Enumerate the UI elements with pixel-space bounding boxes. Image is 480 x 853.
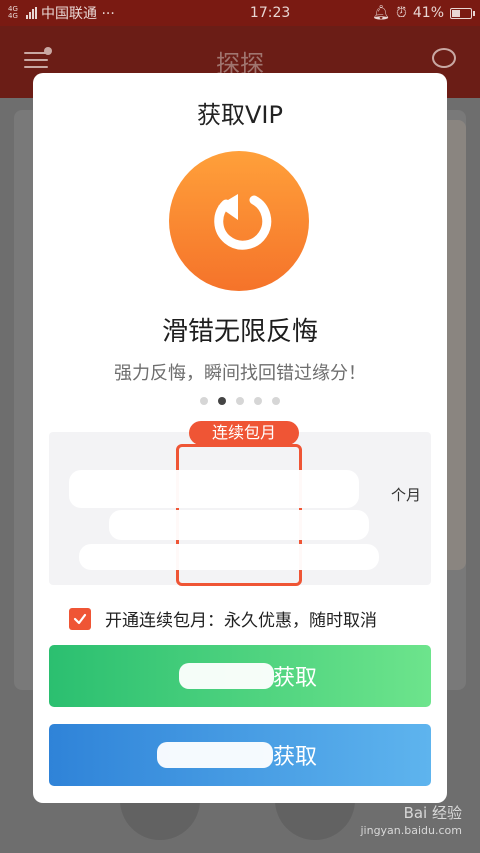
carousel-indicator [33, 397, 447, 405]
carousel-dot [236, 397, 244, 405]
secondary-button-label: 获取 [272, 745, 317, 770]
vip-dialog: 获取VIP 滑错无限反悔 强力反悔，瞬间找回错过缘分！ 连续包月 个月 开通连续… [33, 73, 447, 803]
silent-icon: 🔔︎ [372, 5, 390, 21]
carrier-name: 中国联通 ··· [41, 6, 115, 22]
check-icon [73, 613, 87, 624]
carousel-dot [254, 397, 262, 405]
primary-button-label: 获取 [272, 666, 317, 691]
redacted-area [69, 470, 359, 508]
clock: 17:23 [249, 5, 291, 21]
battery-fill [452, 9, 461, 17]
carousel-dot [272, 397, 280, 405]
auto-renew-checkbox[interactable] [69, 607, 91, 630]
redacted-area [79, 544, 379, 570]
status-bar: 4G 4G 中国联通 ··· 17:23 🔔︎ ⏰︎ 41% [0, 0, 480, 26]
battery-percent: 41% [412, 5, 444, 21]
carousel-dot [218, 397, 226, 405]
carousel-dot [200, 397, 208, 405]
plan-badge: 连续包月 [189, 421, 299, 445]
undo-icon [169, 151, 309, 291]
watermark-sub: jingyan.baidu.com [360, 824, 462, 837]
alarm-icon: ⏰︎ [395, 5, 407, 21]
plan-selector: 连续包月 个月 [49, 421, 431, 586]
chat-icon[interactable] [432, 48, 456, 68]
redacted-area [179, 663, 274, 689]
network-type: 4G 4G [8, 5, 18, 20]
signal-icon [26, 7, 37, 19]
watermark: Bai 经验 jingyan.baidu.com [360, 804, 462, 840]
auto-renew-row[interactable]: 开通连续包月：永久优惠，随时取消 [69, 606, 377, 631]
auto-renew-label: 开通连续包月：永久优惠，随时取消 [105, 611, 377, 631]
status-left: 4G 4G 中国联通 ··· [8, 3, 198, 23]
secondary-get-button[interactable]: 获取 [49, 724, 431, 786]
redacted-area [109, 510, 369, 540]
primary-get-button[interactable]: 获取 [49, 645, 431, 707]
feature-subtitle: 强力反悔，瞬间找回错过缘分！ [114, 363, 366, 384]
plan-duration-fragment: 个月 [390, 486, 421, 504]
feature-title: 滑错无限反悔 [161, 317, 318, 347]
redacted-area [157, 742, 273, 768]
watermark-main: Bai 经验 [403, 804, 462, 822]
status-right: 🔔︎ ⏰︎ 41% [372, 5, 475, 21]
battery-icon [450, 7, 475, 19]
dialog-title: 获取VIP [197, 101, 283, 129]
